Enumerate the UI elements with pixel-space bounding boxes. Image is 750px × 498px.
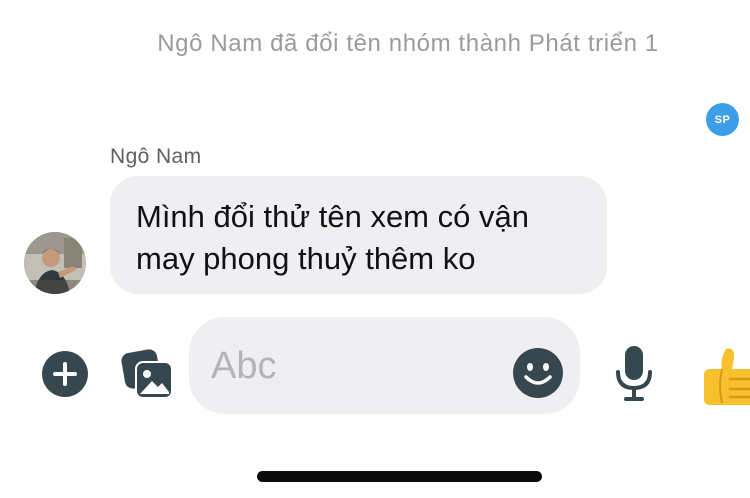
- message-line: Mình đổi thử tên xem có vận: [136, 199, 529, 234]
- add-button[interactable]: [42, 351, 88, 397]
- system-message: Ngô Nam đã đổi tên nhóm thành Phát triển…: [157, 30, 659, 57]
- sender-name: Ngô Nam: [110, 145, 202, 168]
- home-indicator[interactable]: [257, 471, 542, 482]
- message-bubble[interactable]: Mình đổi thử tên xem có vận may phong th…: [110, 176, 607, 294]
- like-button[interactable]: [700, 345, 750, 407]
- microphone-icon: [616, 346, 652, 401]
- gallery-button[interactable]: [120, 346, 176, 402]
- message-line: may phong thuỷ thêm ko: [136, 241, 476, 276]
- seen-receipt-avatar: SP: [706, 103, 739, 136]
- emoji-button[interactable]: [512, 347, 564, 399]
- avatar[interactable]: [24, 232, 86, 294]
- message-composer[interactable]: [189, 317, 580, 414]
- photo-gallery-icon: [121, 349, 173, 399]
- message-input[interactable]: [211, 341, 501, 391]
- avatar-photo: [24, 232, 86, 294]
- voice-button[interactable]: [612, 344, 656, 404]
- plus-icon: [42, 351, 88, 397]
- thumbs-up-icon: [704, 348, 750, 405]
- smiley-icon: [513, 348, 563, 398]
